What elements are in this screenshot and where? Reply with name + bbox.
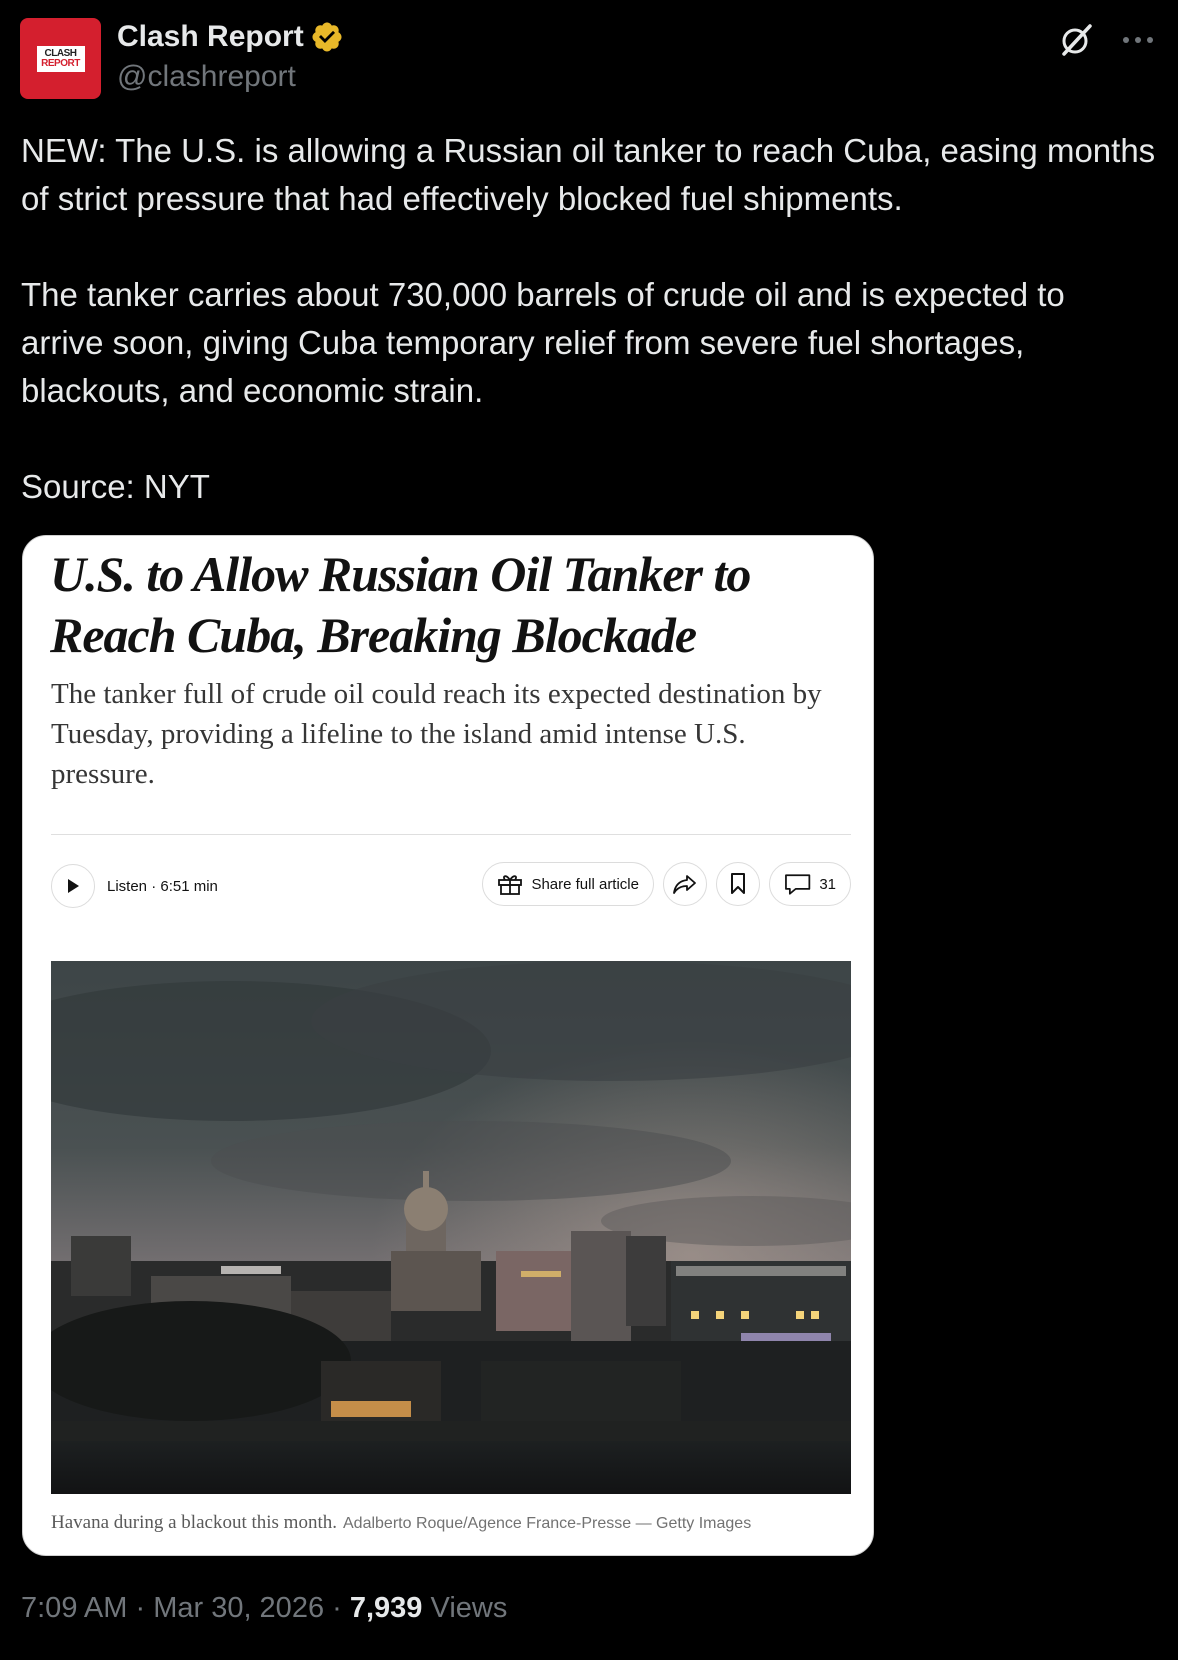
comments-count: 31 — [819, 875, 836, 893]
views-label: Views — [430, 1592, 508, 1624]
listen-control[interactable]: Listen · 6:51 min — [51, 864, 218, 908]
tweet-date[interactable]: Mar 30, 2026 — [153, 1592, 324, 1624]
article-summary: The tanker full of crude oil could reach… — [51, 678, 822, 790]
bookmark-button[interactable] — [716, 862, 760, 906]
grok-icon-svg — [1062, 24, 1092, 56]
share-full-article-button[interactable]: Share full article — [482, 862, 654, 906]
avatar[interactable]: CLASH REPORT — [20, 18, 101, 99]
divider — [51, 834, 851, 835]
tweet-meta: 7:09 AM · Mar 30, 2026 · 7,939 Views — [21, 1592, 507, 1625]
play-icon — [68, 879, 79, 893]
comments-button[interactable]: 31 — [769, 862, 851, 906]
photo-caption-text: Havana during a blackout this month. — [51, 1512, 337, 1533]
meta-separator: · — [135, 1592, 154, 1624]
more-options-icon[interactable] — [1118, 20, 1158, 60]
photo-credit: Adalberto Roque/Agence France-Presse — G… — [343, 1515, 752, 1532]
article-photo[interactable] — [51, 961, 851, 1494]
views-count: 7,939 — [349, 1592, 423, 1624]
author-handle[interactable]: @clashreport — [117, 60, 296, 94]
avatar-logo-line1: CLASH — [44, 47, 77, 59]
tweet-time[interactable]: 7:09 AM — [21, 1592, 127, 1624]
top-actions — [1056, 20, 1158, 60]
play-button[interactable] — [51, 864, 95, 908]
avatar-logo-line2: REPORT — [41, 57, 80, 69]
article-headline: U.S. to Allow Russian Oil Tanker to Reac… — [50, 546, 751, 663]
more-options-icon-svg — [1123, 37, 1153, 43]
grok-icon[interactable] — [1056, 20, 1096, 60]
author-name[interactable]: Clash Report — [117, 20, 344, 54]
listen-label: Listen · 6:51 min — [107, 877, 218, 895]
tweet-text: NEW: The U.S. is allowing a Russian oil … — [21, 132, 1156, 505]
share-full-article-label: Share full article — [531, 875, 639, 893]
author-name-text[interactable]: Clash Report — [117, 20, 304, 54]
verified-badge-icon — [312, 22, 342, 52]
share-arrow-icon — [673, 875, 696, 894]
share-button[interactable] — [663, 862, 707, 906]
comment-icon — [785, 874, 811, 895]
bookmark-icon — [731, 873, 745, 894]
article-card[interactable]: U.S. to Allow Russian Oil Tanker to Reac… — [22, 535, 874, 1556]
photo-caption: Havana during a blackout this month. Adal… — [51, 1512, 851, 1534]
article-actions: Share full article 31 — [482, 862, 851, 906]
gift-icon — [498, 875, 523, 895]
avatar-logo: CLASH REPORT — [36, 45, 85, 72]
meta-separator: · — [332, 1592, 350, 1624]
